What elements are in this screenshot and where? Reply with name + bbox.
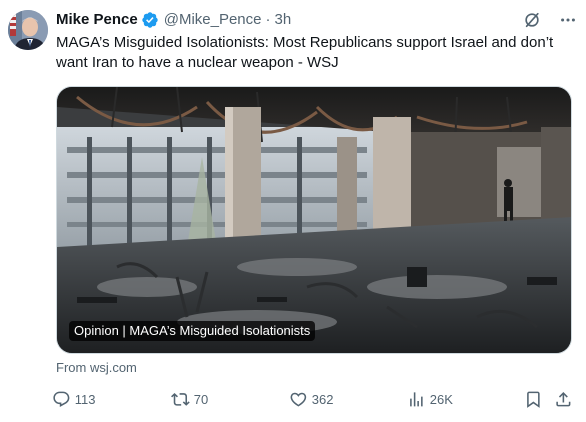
reply-icon [53, 391, 70, 407]
tweet-text: MAGA’s Misguided Isolationists: Most Rep… [56, 34, 554, 71]
bookmark-button[interactable] [524, 388, 543, 410]
views-button[interactable]: 26K [407, 388, 453, 410]
bookmark-icon [527, 391, 540, 408]
repost-count: 70 [193, 391, 209, 407]
avatar[interactable] [8, 10, 48, 50]
header-actions [522, 9, 578, 31]
card-image [57, 87, 571, 353]
like-button[interactable]: 362 [289, 388, 333, 410]
views-icon [410, 391, 423, 407]
reply-button[interactable]: 113 [52, 388, 95, 410]
link-card[interactable]: Opinion | MAGA’s Misguided Isolationists [56, 86, 572, 354]
like-icon [290, 392, 307, 407]
share-button[interactable] [554, 388, 573, 410]
repost-icon [171, 392, 190, 406]
reply-count: 113 [74, 391, 96, 407]
card-source[interactable]: From wsj.com [56, 360, 137, 376]
tweet[interactable]: Mike Pence @Mike_Pence · 3h MAGA’s Misgu… [0, 0, 586, 422]
author-handle[interactable]: @Mike_Pence [164, 10, 262, 30]
views-count: 26K [429, 391, 453, 407]
tweet-actions: 113 70 362 26K [52, 388, 580, 410]
separator-dot: · [265, 11, 271, 28]
card-title: Opinion | MAGA’s Misguided Isolationists [69, 321, 316, 341]
share-icon [556, 391, 571, 407]
verified-badge-icon [141, 11, 159, 29]
repost-button[interactable]: 70 [171, 388, 208, 410]
like-count: 362 [311, 391, 334, 407]
author-name[interactable]: Mike Pence [56, 10, 138, 30]
more-icon[interactable] [558, 10, 578, 30]
tweet-header: Mike Pence @Mike_Pence · 3h [56, 9, 578, 31]
timestamp[interactable]: 3h [275, 10, 292, 30]
grok-icon[interactable] [522, 10, 542, 30]
